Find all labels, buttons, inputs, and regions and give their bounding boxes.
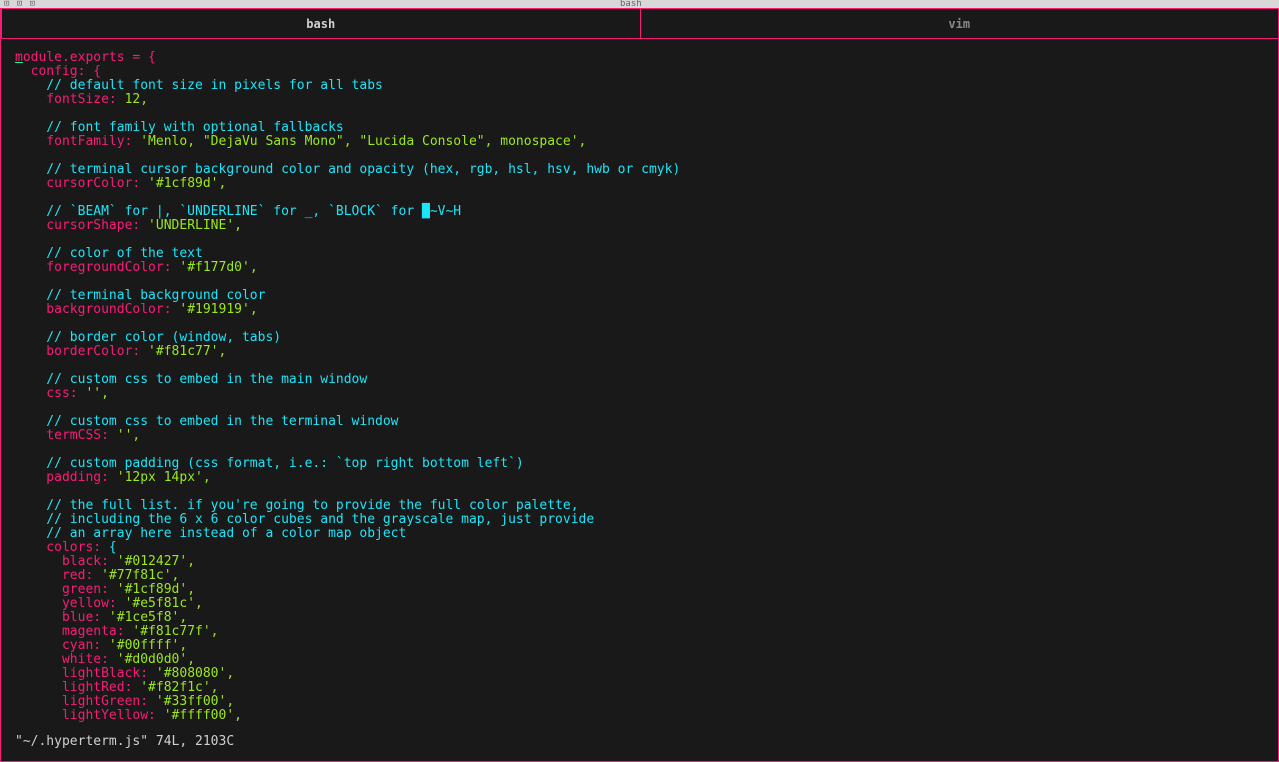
code-key: backgroundColor: bbox=[15, 302, 172, 317]
terminal-window: bash vim module.exports = { config: { //… bbox=[0, 8, 1279, 762]
code-value: '#f81c77', bbox=[140, 344, 226, 359]
code-key: borderColor: bbox=[15, 344, 140, 359]
window-controls[interactable]: ⊡ ⊡ ⊡ bbox=[4, 0, 36, 9]
code-value: '#191919', bbox=[172, 302, 258, 317]
tab-bash[interactable]: bash bbox=[1, 9, 641, 39]
cursor-char: m bbox=[15, 50, 23, 65]
code-value: '#1cf89d', bbox=[109, 582, 195, 597]
code-key: termCSS: bbox=[15, 428, 109, 443]
code-value: '', bbox=[78, 386, 109, 401]
code-key: red: bbox=[15, 568, 93, 583]
vim-status-line: "~/.hyperterm.js" 74L, 2103C bbox=[15, 735, 234, 749]
code-line: config: { bbox=[15, 64, 101, 79]
code-comment: // color of the text bbox=[15, 246, 203, 261]
code-key: lightBlack: bbox=[15, 666, 148, 681]
code-comment: // custom padding (css format, i.e.: `to… bbox=[15, 456, 524, 471]
code-value: '#f81c77f', bbox=[125, 624, 219, 639]
code-comment: // font family with optional fallbacks bbox=[15, 120, 344, 135]
code-comment: // terminal background color bbox=[15, 288, 265, 303]
code-key: green: bbox=[15, 582, 109, 597]
code-comment: // custom css to embed in the main windo… bbox=[15, 372, 367, 387]
code-key: lightRed: bbox=[15, 680, 132, 695]
code-comment: // the full list. if you're going to pro… bbox=[15, 498, 579, 513]
code-key: padding: bbox=[15, 470, 109, 485]
code-value: '#012427', bbox=[109, 554, 195, 569]
code-key: cursorShape: bbox=[15, 218, 140, 233]
code-comment: // an array here instead of a color map … bbox=[15, 526, 406, 541]
code-key: fontFamily: bbox=[15, 134, 132, 149]
code-key: lightYellow: bbox=[15, 708, 156, 723]
code-key: colors: bbox=[15, 540, 101, 555]
code-value: '#808080', bbox=[148, 666, 234, 681]
code-value: '#f82f1c', bbox=[132, 680, 218, 695]
code-key: foregroundColor: bbox=[15, 260, 172, 275]
code-key: black: bbox=[15, 554, 109, 569]
code-value: 12, bbox=[117, 92, 148, 107]
tab-bar: bash vim bbox=[1, 9, 1278, 39]
code-value: '#1cf89d', bbox=[140, 176, 226, 191]
code-key: blue: bbox=[15, 610, 101, 625]
code-value: '#33ff00', bbox=[148, 694, 234, 709]
code-comment: // terminal cursor background color and … bbox=[15, 162, 680, 177]
code-comment: // default font size in pixels for all t… bbox=[15, 78, 383, 93]
code-value: '#1ce5f8', bbox=[101, 610, 187, 625]
code-comment: // custom css to embed in the terminal w… bbox=[15, 414, 399, 429]
code-comment: // `BEAM` for |, `UNDERLINE` for _, `BLO… bbox=[15, 204, 461, 219]
code-value: '#e5f81c', bbox=[117, 596, 203, 611]
code-key: cursorColor: bbox=[15, 176, 140, 191]
code-key: yellow: bbox=[15, 596, 117, 611]
code-value: '#d0d0d0', bbox=[109, 652, 195, 667]
code-key: fontSize: bbox=[15, 92, 117, 107]
code-key: magenta: bbox=[15, 624, 125, 639]
code-value: '12px 14px', bbox=[109, 470, 211, 485]
code-value: '#77f81c', bbox=[93, 568, 179, 583]
code-value: '#00ffff', bbox=[101, 638, 187, 653]
code-value: '#f177d0', bbox=[172, 260, 258, 275]
code-key: lightGreen: bbox=[15, 694, 148, 709]
terminal-content[interactable]: module.exports = { config: { // default … bbox=[1, 39, 1278, 761]
code-value: '#ffff00', bbox=[156, 708, 242, 723]
tab-vim[interactable]: vim bbox=[641, 9, 1279, 39]
code-value: 'Menlo, "DejaVu Sans Mono", "Lucida Cons… bbox=[132, 134, 586, 149]
code-comment: // including the 6 x 6 color cubes and t… bbox=[15, 512, 594, 527]
code-key: white: bbox=[15, 652, 109, 667]
code-punct: { bbox=[101, 540, 117, 555]
os-chrome-bar: ⊡ ⊡ ⊡ bash bbox=[0, 0, 1279, 8]
code-value: 'UNDERLINE', bbox=[140, 218, 242, 233]
code-comment: // border color (window, tabs) bbox=[15, 330, 281, 345]
code-key: css: bbox=[15, 386, 78, 401]
code-value: '', bbox=[109, 428, 140, 443]
code-line: odule.exports = { bbox=[23, 50, 156, 65]
code-key: cyan: bbox=[15, 638, 101, 653]
background-tab-label: bash bbox=[620, 0, 642, 9]
